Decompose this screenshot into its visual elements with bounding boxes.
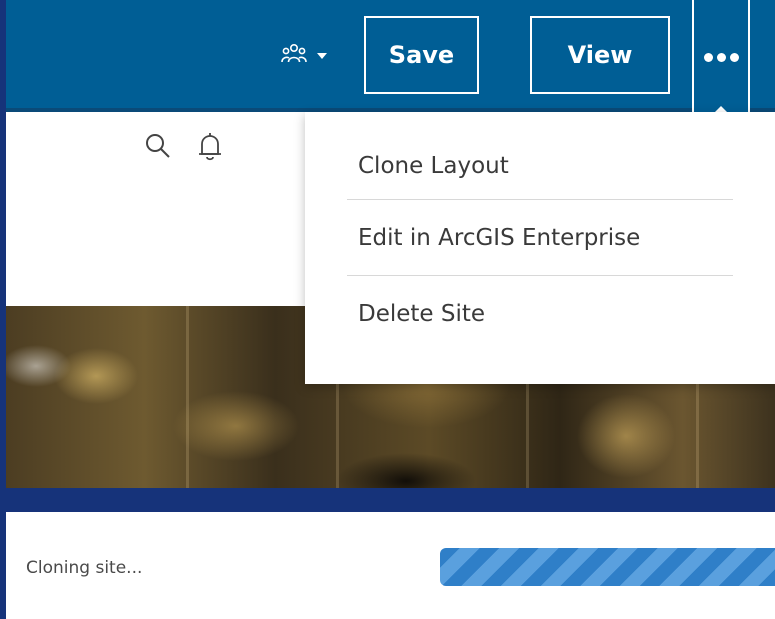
more-options-button[interactable] bbox=[692, 0, 750, 116]
progress-bar bbox=[440, 548, 775, 586]
menu-item-edit-in-arcgis-enterprise[interactable]: Edit in ArcGIS Enterprise bbox=[347, 200, 733, 276]
header-bar: Save View bbox=[6, 0, 775, 112]
page-toolbar bbox=[144, 132, 222, 162]
ellipsis-icon bbox=[703, 52, 713, 62]
sharing-dropdown-button[interactable] bbox=[264, 32, 344, 80]
progress-panel: Cloning site... bbox=[6, 512, 775, 619]
group-icon bbox=[281, 42, 307, 70]
progress-bar-fill bbox=[440, 548, 775, 586]
save-button[interactable]: Save bbox=[364, 16, 479, 94]
progress-label: Cloning site... bbox=[26, 558, 143, 578]
app-frame: Save View Cloning site... Clone Layout E… bbox=[0, 0, 775, 619]
chevron-down-icon bbox=[317, 53, 327, 59]
more-options-menu: Clone Layout Edit in ArcGIS Enterprise D… bbox=[305, 112, 775, 384]
menu-item-clone-layout[interactable]: Clone Layout bbox=[347, 132, 733, 200]
bell-icon[interactable] bbox=[198, 132, 222, 162]
search-icon[interactable] bbox=[144, 132, 172, 162]
view-button[interactable]: View bbox=[530, 16, 670, 94]
section-divider bbox=[0, 488, 775, 512]
menu-item-delete-site[interactable]: Delete Site bbox=[347, 276, 733, 352]
